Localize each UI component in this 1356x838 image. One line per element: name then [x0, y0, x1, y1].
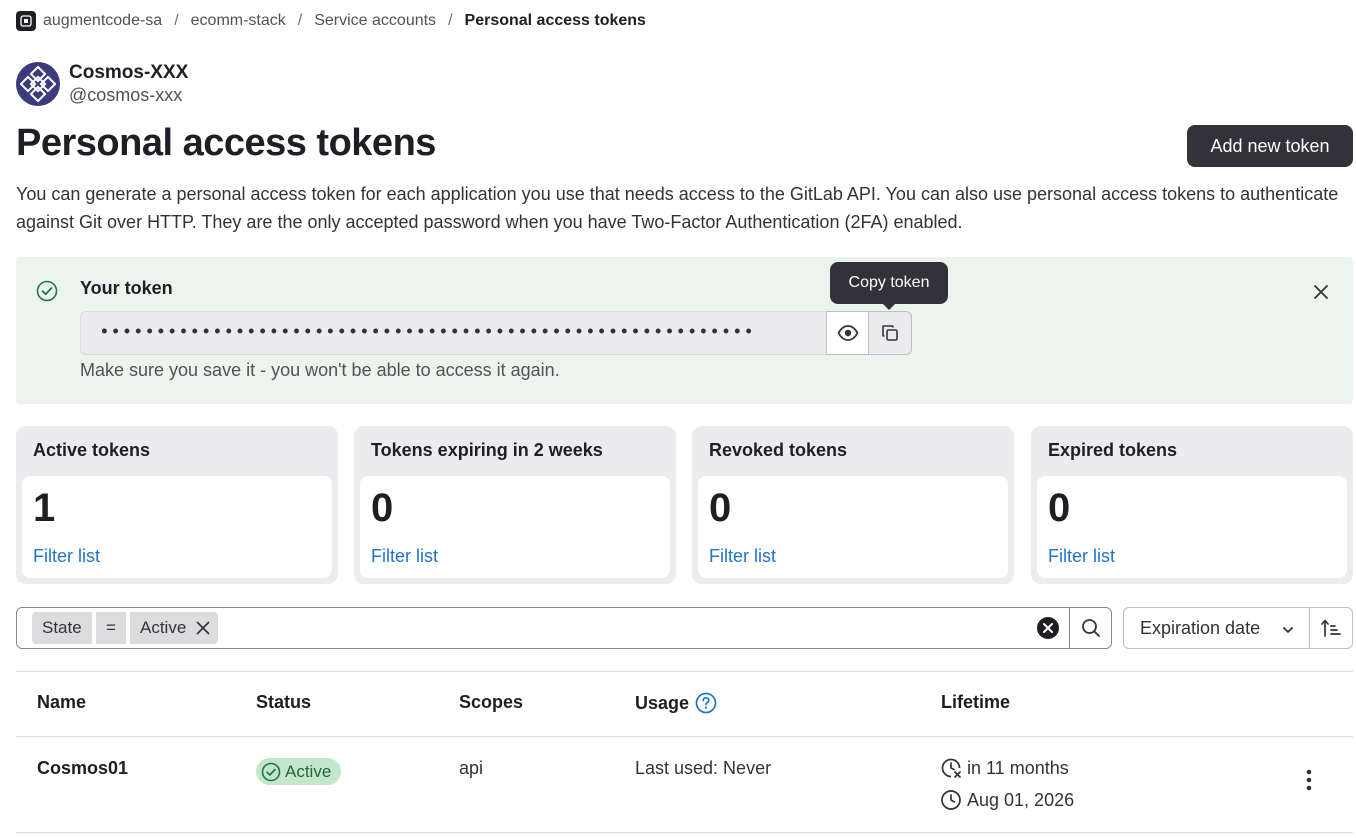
filter-token-value[interactable]: Active	[130, 612, 219, 644]
sort-dropdown[interactable]: Expiration date	[1123, 607, 1310, 649]
copy-token-tooltip: Copy token	[830, 262, 948, 310]
stat-value: 0	[1048, 486, 1071, 530]
column-header-scopes: Scopes	[459, 692, 524, 712]
group-logo-icon	[16, 11, 36, 31]
token-field-group	[80, 311, 912, 355]
add-new-token-button[interactable]: Add new token	[1187, 125, 1353, 167]
breadcrumb-separator: /	[448, 12, 453, 29]
token-expires-in: in 11 months	[940, 757, 1069, 779]
column-header-usage: Usage	[635, 692, 717, 714]
stat-card-revoked: Revoked tokens 0 Filter list	[692, 426, 1014, 584]
column-header-usage-label: Usage	[635, 692, 690, 713]
breadcrumb-separator: /	[297, 12, 303, 29]
stat-value: 1	[33, 486, 56, 530]
sort-direction-button[interactable]	[1309, 607, 1353, 649]
stat-value: 0	[371, 486, 394, 530]
check-circle-icon	[36, 280, 58, 307]
clock-expire-icon	[941, 758, 961, 778]
token-expires-on: Aug 01, 2026	[940, 789, 1074, 811]
column-header-status: Status	[256, 692, 312, 712]
search-icon	[1082, 619, 1100, 637]
stat-value: 0	[709, 486, 732, 530]
divider	[16, 832, 1353, 833]
token-value-field[interactable]	[80, 311, 826, 355]
stat-card-active: Active tokens 1 Filter list	[16, 426, 338, 584]
token-expires-in-label: in 11 months	[967, 757, 1069, 778]
toggle-visibility-button[interactable]	[826, 311, 869, 355]
page-title: Personal access tokens	[16, 122, 436, 164]
filter-token-field[interactable]: State	[32, 612, 92, 644]
page-description: You can generate a personal access token…	[16, 184, 1339, 232]
breadcrumb-current: Personal access tokens	[464, 12, 646, 29]
sort-ascending-icon	[1321, 619, 1341, 637]
account-header: Cosmos-XXX @cosmos-xxx	[16, 62, 188, 106]
breadcrumb-item-service-accounts[interactable]: Service accounts	[314, 12, 436, 30]
status-badge: Active	[256, 758, 342, 785]
column-header-lifetime: Lifetime	[941, 692, 1011, 712]
stat-title: Tokens expiring in 2 weeks	[371, 440, 603, 460]
stat-card-expired: Expired tokens 0 Filter list	[1031, 426, 1353, 584]
more-actions-icon[interactable]	[1297, 766, 1321, 794]
stat-title: Revoked tokens	[709, 440, 848, 460]
clear-search-icon[interactable]	[1036, 616, 1060, 640]
chevron-down-icon	[1281, 621, 1295, 642]
filter-list-link[interactable]: Filter list	[371, 546, 438, 567]
token-usage: Last used: Never	[635, 758, 772, 778]
stat-card-expiring: Tokens expiring in 2 weeks 0 Filter list	[354, 426, 676, 584]
token-expires-on-label: Aug 01, 2026	[967, 789, 1075, 810]
remove-filter-icon[interactable]	[194, 619, 212, 637]
filtered-search-bar[interactable]: State = Active	[16, 607, 1112, 649]
account-handle: @cosmos-xxx	[69, 85, 183, 105]
column-header-name: Name	[37, 692, 87, 712]
copy-icon	[882, 325, 898, 341]
stat-title: Expired tokens	[1048, 440, 1178, 460]
token-name: Cosmos01	[37, 758, 129, 778]
filter-list-link[interactable]: Filter list	[1048, 546, 1115, 567]
breadcrumb-item-group[interactable]: augmentcode-sa	[43, 12, 162, 30]
breadcrumb: augmentcode-sa / ecomm-stack / Service a…	[16, 10, 646, 32]
filter-list-link[interactable]: Filter list	[709, 546, 776, 567]
breadcrumb-separator: /	[174, 12, 179, 29]
filter-token-value-label: Active	[140, 618, 187, 637]
sort-dropdown-label: Expiration date	[1140, 617, 1261, 638]
divider	[16, 736, 1353, 737]
eye-icon	[837, 325, 858, 341]
alert-note: Make sure you save it - you won't be abl…	[80, 360, 560, 380]
copy-token-button[interactable]	[869, 311, 912, 355]
status-badge-label: Active	[285, 761, 332, 781]
search-button[interactable]	[1069, 607, 1112, 649]
clock-icon	[941, 790, 961, 810]
question-circle-icon[interactable]	[695, 692, 717, 714]
alert-title: Your token	[80, 278, 173, 298]
filter-list-link[interactable]: Filter list	[33, 546, 100, 567]
token-scopes: api	[459, 758, 484, 778]
divider	[16, 671, 1353, 672]
filter-token-operator[interactable]: =	[96, 612, 126, 644]
close-icon[interactable]	[1309, 280, 1333, 304]
avatar	[16, 62, 60, 106]
token-created-alert: Your token Make sure you save it - you w…	[16, 257, 1353, 404]
stat-title: Active tokens	[33, 440, 151, 460]
account-name: Cosmos-XXX	[69, 62, 189, 83]
check-circle-icon	[261, 762, 281, 781]
breadcrumb-item-project[interactable]: ecomm-stack	[191, 12, 286, 30]
